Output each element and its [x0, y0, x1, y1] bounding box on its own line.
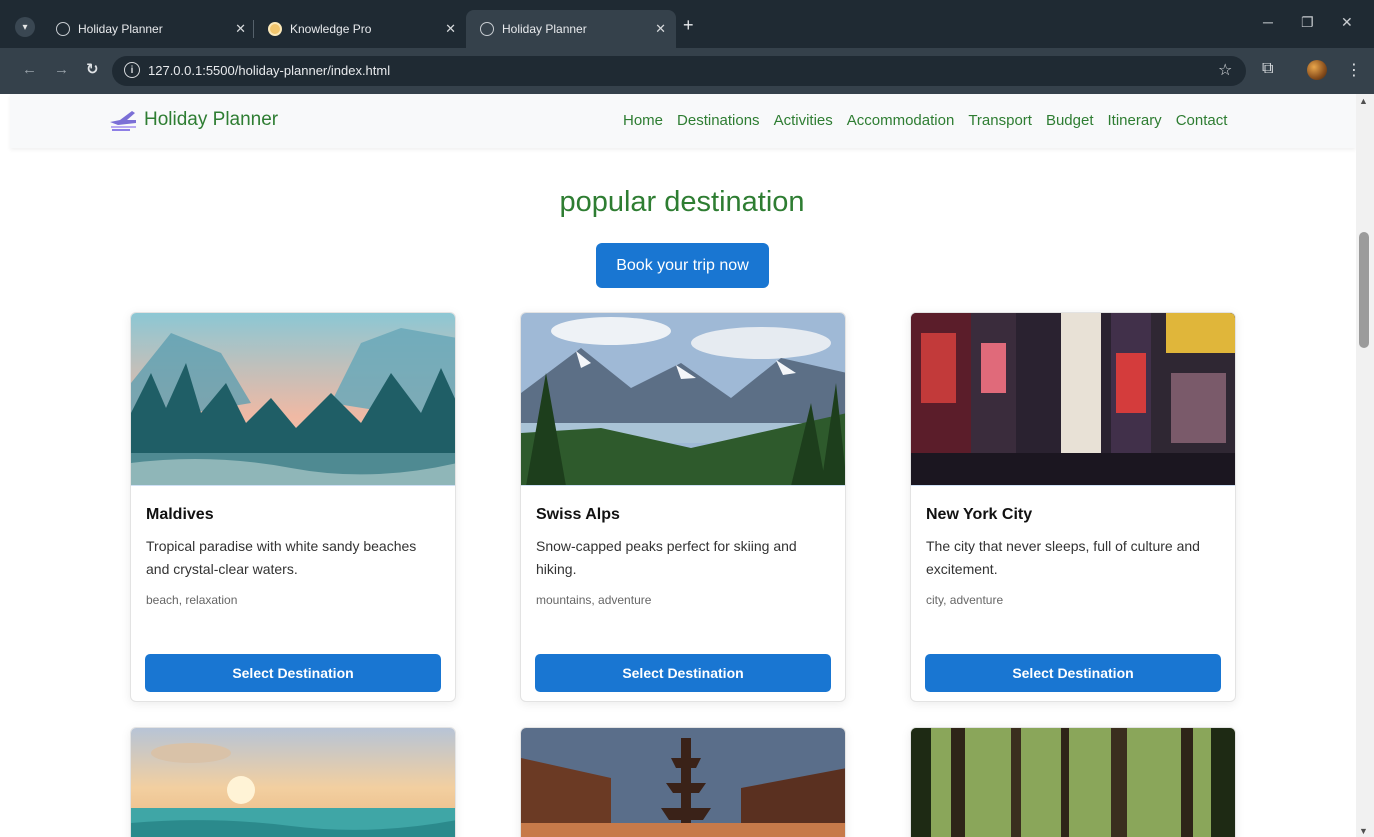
select-destination-button[interactable]: Select Destination: [145, 654, 441, 692]
destination-image: [131, 728, 455, 837]
browser-tab-1[interactable]: Holiday Planner ✕: [42, 10, 256, 48]
profile-avatar[interactable]: [1307, 60, 1327, 80]
select-destination-button[interactable]: Select Destination: [535, 654, 831, 692]
forward-icon[interactable]: →: [54, 61, 69, 78]
globe-icon: [56, 22, 70, 36]
browser-tab-bar: ▾ Holiday Planner ✕ Knowledge Pro ✕ Holi…: [0, 0, 1374, 48]
tab-title: Holiday Planner: [78, 22, 163, 36]
nav-budget[interactable]: Budget: [1046, 112, 1094, 129]
browser-menu-icon[interactable]: ⋮: [1346, 60, 1362, 80]
tab-search-icon[interactable]: ▾: [15, 17, 35, 37]
knowledge-pro-favicon: [268, 22, 282, 36]
scroll-down-arrow-icon[interactable]: ▼: [1359, 826, 1368, 836]
scroll-up-arrow-icon[interactable]: ▲: [1359, 96, 1368, 106]
nav-home[interactable]: Home: [623, 112, 663, 129]
destination-name: Maldives: [146, 506, 214, 523]
extensions-icon[interactable]: ⧉: [1262, 60, 1273, 78]
globe-icon: [480, 22, 494, 36]
nav-transport[interactable]: Transport: [968, 112, 1032, 129]
site-brand[interactable]: Holiday Planner: [144, 109, 278, 131]
select-destination-button[interactable]: Select Destination: [925, 654, 1221, 692]
destination-name: Swiss Alps: [536, 506, 620, 523]
destination-tags: city, adventure: [926, 593, 1004, 607]
destination-image: [521, 728, 845, 837]
url-text[interactable]: 127.0.0.1:5500/holiday-planner/index.htm…: [148, 63, 390, 78]
site-info-icon[interactable]: i: [124, 62, 140, 78]
nav-accommodation[interactable]: Accommodation: [847, 112, 955, 129]
destination-card: Maldives Tropical paradise with white sa…: [130, 312, 456, 702]
back-icon[interactable]: ←: [22, 61, 37, 78]
minimize-icon[interactable]: ─: [1263, 14, 1273, 30]
destination-image: [131, 313, 455, 486]
airplane-icon: [110, 111, 136, 131]
destination-description: The city that never sleeps, full of cult…: [926, 538, 1200, 577]
close-icon[interactable]: ✕: [445, 21, 456, 37]
close-icon[interactable]: ✕: [655, 21, 666, 37]
browser-tab-2[interactable]: Knowledge Pro ✕: [254, 10, 466, 48]
page-scrollbar[interactable]: [1356, 94, 1374, 837]
destination-card: [520, 727, 846, 837]
destination-tags: beach, relaxation: [146, 593, 238, 607]
destination-description: Tropical paradise with white sandy beach…: [146, 538, 417, 577]
nav-activities[interactable]: Activities: [774, 112, 833, 129]
tab-title: Knowledge Pro: [290, 22, 372, 36]
page-title: popular destination: [559, 186, 805, 218]
destination-card: New York City The city that never sleeps…: [910, 312, 1236, 702]
nav-itinerary[interactable]: Itinerary: [1108, 112, 1162, 129]
site-navbar: Holiday Planner Home Destinations Activi…: [10, 94, 1356, 148]
bookmark-star-icon[interactable]: ☆: [1218, 60, 1232, 80]
destination-image: [911, 313, 1235, 486]
book-trip-button[interactable]: Book your trip now: [596, 243, 769, 288]
reload-icon[interactable]: ↻: [86, 60, 99, 78]
destination-name: New York City: [926, 506, 1033, 523]
destination-tags: mountains, adventure: [536, 593, 652, 607]
page-viewport: Holiday Planner Home Destinations Activi…: [0, 94, 1356, 837]
destination-card: [910, 727, 1236, 837]
destination-card: Swiss Alps Snow-capped peaks perfect for…: [520, 312, 846, 702]
window-close-icon[interactable]: ✕: [1341, 14, 1353, 31]
tab-title: Holiday Planner: [502, 22, 587, 36]
destination-card: [130, 727, 456, 837]
browser-tab-3[interactable]: Holiday Planner ✕: [466, 10, 676, 48]
site-menu: Home Destinations Activities Accommodati…: [623, 112, 1227, 129]
destination-description: Snow-capped peaks perfect for skiing and…: [536, 538, 797, 577]
destination-image: [521, 313, 845, 486]
close-icon[interactable]: ✕: [235, 21, 246, 37]
scrollbar-thumb[interactable]: [1359, 232, 1369, 348]
nav-contact[interactable]: Contact: [1176, 112, 1228, 129]
nav-destinations[interactable]: Destinations: [677, 112, 760, 129]
destination-image: [911, 728, 1235, 837]
restore-icon[interactable]: ❐: [1301, 14, 1314, 31]
new-tab-icon[interactable]: +: [683, 15, 694, 36]
